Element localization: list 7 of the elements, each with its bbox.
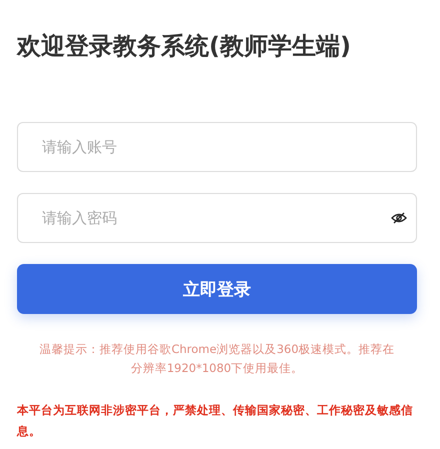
tip-text: 温馨提示：推荐使用谷歌Chrome浏览器以及360极速模式。推荐在分辨率1920*1080下使用最佳。 (38, 341, 396, 377)
eye-slash-icon[interactable] (391, 212, 407, 224)
login-button[interactable]: 立即登录 (17, 264, 417, 314)
input-field[interactable]: 请输入账号 (17, 122, 417, 172)
warning-text: 本平台为互联网非涉密平台，严禁处理、传输国家秘密、工作秘密及敏感信息。 (17, 402, 414, 440)
page-title: 欢迎登录教务系统(教师学生端) (17, 31, 352, 62)
input-field[interactable]: 请输入密码 (17, 193, 417, 243)
